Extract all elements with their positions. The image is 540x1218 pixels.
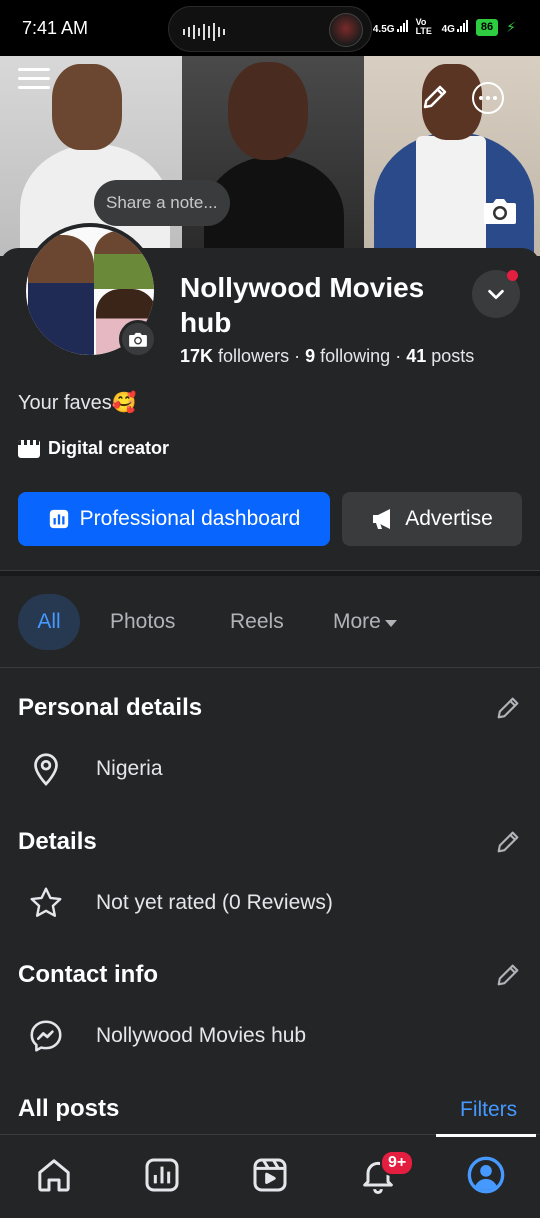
notification-dot (507, 270, 518, 281)
section-divider (0, 570, 540, 576)
signal-icon-2: 4G (441, 19, 468, 35)
share-note-bubble[interactable]: Share a note... (94, 180, 230, 226)
active-tab-indicator (436, 1134, 536, 1137)
bottom-navigation: 9+ (0, 1134, 540, 1218)
audio-wave-icon (183, 23, 225, 41)
tab-all[interactable]: All (18, 594, 80, 650)
system-icons: 4.5G Vo LTE 4G 86 ⚡ (373, 18, 516, 36)
profile-nav-icon[interactable] (466, 1155, 506, 1195)
tab-photos[interactable]: Photos (110, 594, 175, 650)
tab-more-label: More (333, 610, 381, 633)
dashboard-nav-icon[interactable] (142, 1155, 182, 1195)
advertise-button[interactable]: Advertise (342, 492, 522, 546)
cover-figure-head (228, 62, 308, 160)
rating-row: Not yet rated (0 Reviews) (28, 884, 333, 922)
profile-stats: 17K followers · 9 following · 41 posts (180, 346, 474, 367)
megaphone-icon (373, 509, 391, 529)
video-icon[interactable] (250, 1155, 290, 1195)
edit-pencil-icon[interactable] (494, 961, 522, 989)
profile-switcher-button[interactable] (472, 270, 520, 318)
now-playing-thumbnail (329, 13, 363, 47)
messenger-icon (30, 1020, 62, 1052)
cover-image-panel-2 (182, 56, 364, 256)
rating-value: Not yet rated (0 Reviews) (96, 891, 333, 914)
dashboard-chart-icon (49, 509, 68, 529)
home-icon[interactable] (34, 1155, 74, 1195)
profile-category: Digital creator (18, 438, 169, 459)
battery-icon: 86 (475, 18, 499, 36)
stat-separator: · (395, 346, 402, 366)
tabs-divider (0, 667, 540, 668)
posts-stat[interactable]: 41 posts (406, 346, 474, 366)
avatar-figure (28, 235, 94, 355)
location-pin-icon (34, 753, 58, 786)
tab-reels[interactable]: Reels (230, 594, 284, 650)
profile-bio: Your faves🥰 (18, 392, 137, 414)
edit-pencil-icon[interactable] (494, 694, 522, 722)
category-label: Digital creator (48, 438, 170, 458)
messenger-row[interactable]: Nollywood Movies hub (28, 1017, 306, 1055)
signal-icon: 4.5G (372, 19, 408, 35)
star-icon (30, 887, 62, 917)
tab-more[interactable]: More (333, 594, 397, 650)
menu-icon[interactable] (18, 68, 50, 96)
location-row: Nigeria (28, 750, 163, 788)
chevron-down-icon (488, 289, 504, 300)
status-time: 7:41 AM (22, 18, 89, 38)
personal-details-title: Personal details (18, 694, 203, 721)
page-title: Nollywood Movies hub (180, 272, 425, 338)
profile-header: Nollywood Movies hub 17K followers · 9 f… (0, 223, 540, 570)
edit-cover-camera-icon[interactable] (482, 196, 518, 226)
clapperboard-icon (18, 439, 40, 458)
stat-separator: · (294, 346, 301, 366)
notifications-badge: 9+ (380, 1150, 415, 1176)
advertise-label: Advertise (405, 507, 493, 530)
dynamic-island (168, 6, 372, 52)
avatar-figure (94, 231, 154, 289)
edit-avatar-camera-icon[interactable] (119, 320, 157, 358)
more-options-icon[interactable] (472, 82, 504, 114)
messenger-value: Nollywood Movies hub (96, 1024, 307, 1047)
edit-pencil-icon[interactable] (420, 82, 450, 112)
edit-pencil-icon[interactable] (494, 828, 522, 856)
cover-figure-head (52, 64, 122, 150)
all-posts-title: All posts (18, 1095, 120, 1122)
caret-down-icon (384, 619, 397, 627)
followers-stat[interactable]: 17K followers (180, 346, 289, 366)
volte-icon: Vo LTE (415, 17, 432, 36)
status-bar: 7:41 AM 4.5G Vo LTE 4G 86 ⚡ (0, 0, 540, 56)
location-value: Nigeria (96, 757, 163, 780)
network-type-2: 4G (441, 23, 455, 35)
cover-image-panel-3 (364, 56, 540, 256)
professional-dashboard-button[interactable]: Professional dashboard (18, 492, 330, 546)
network-type-1: 4.5G (372, 23, 395, 35)
cover-figure-shirt (416, 136, 486, 256)
charging-icon: ⚡ (506, 18, 516, 35)
profile-tabs: All Photos Reels More (0, 594, 540, 652)
contact-info-title: Contact info (18, 961, 158, 988)
filters-link[interactable]: Filters (460, 1098, 517, 1122)
details-title: Details (18, 828, 97, 855)
following-stat[interactable]: 9 following (305, 346, 390, 366)
dashboard-label: Professional dashboard (79, 507, 301, 530)
